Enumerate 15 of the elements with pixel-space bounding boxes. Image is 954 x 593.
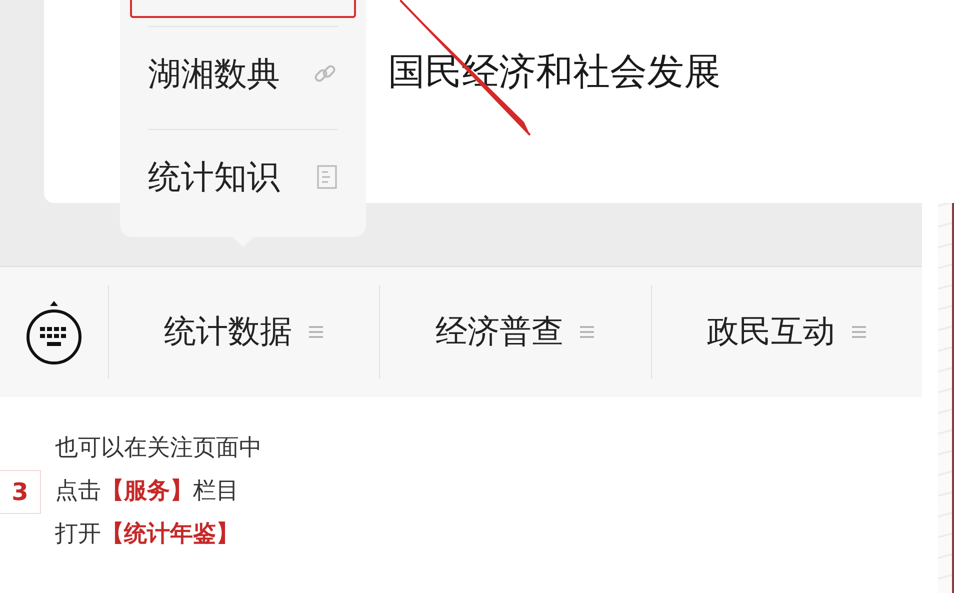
highlighted-menu-item[interactable] <box>130 0 356 18</box>
menu-tab[interactable]: 政民互动 <box>706 310 835 354</box>
menu-item[interactable]: 统计知识 <box>148 154 280 200</box>
instruction-text: 也可以在关注页面中 <box>55 434 262 463</box>
menu-tab[interactable]: 统计数据 <box>164 310 292 354</box>
instruction-text: 打开【统计年鉴】 <box>55 520 240 549</box>
instruction-text: 点击【服务】栏目 <box>55 477 240 506</box>
menu-icon <box>850 324 867 340</box>
document-icon <box>316 164 338 190</box>
menu-icon <box>579 324 596 340</box>
step-number: 3 <box>0 470 41 514</box>
menu-item[interactable]: 湖湘数典 <box>148 52 280 96</box>
menu-icon <box>308 324 324 340</box>
keyboard-icon[interactable] <box>24 299 83 365</box>
menu-tab[interactable]: 经济普查 <box>435 310 564 354</box>
